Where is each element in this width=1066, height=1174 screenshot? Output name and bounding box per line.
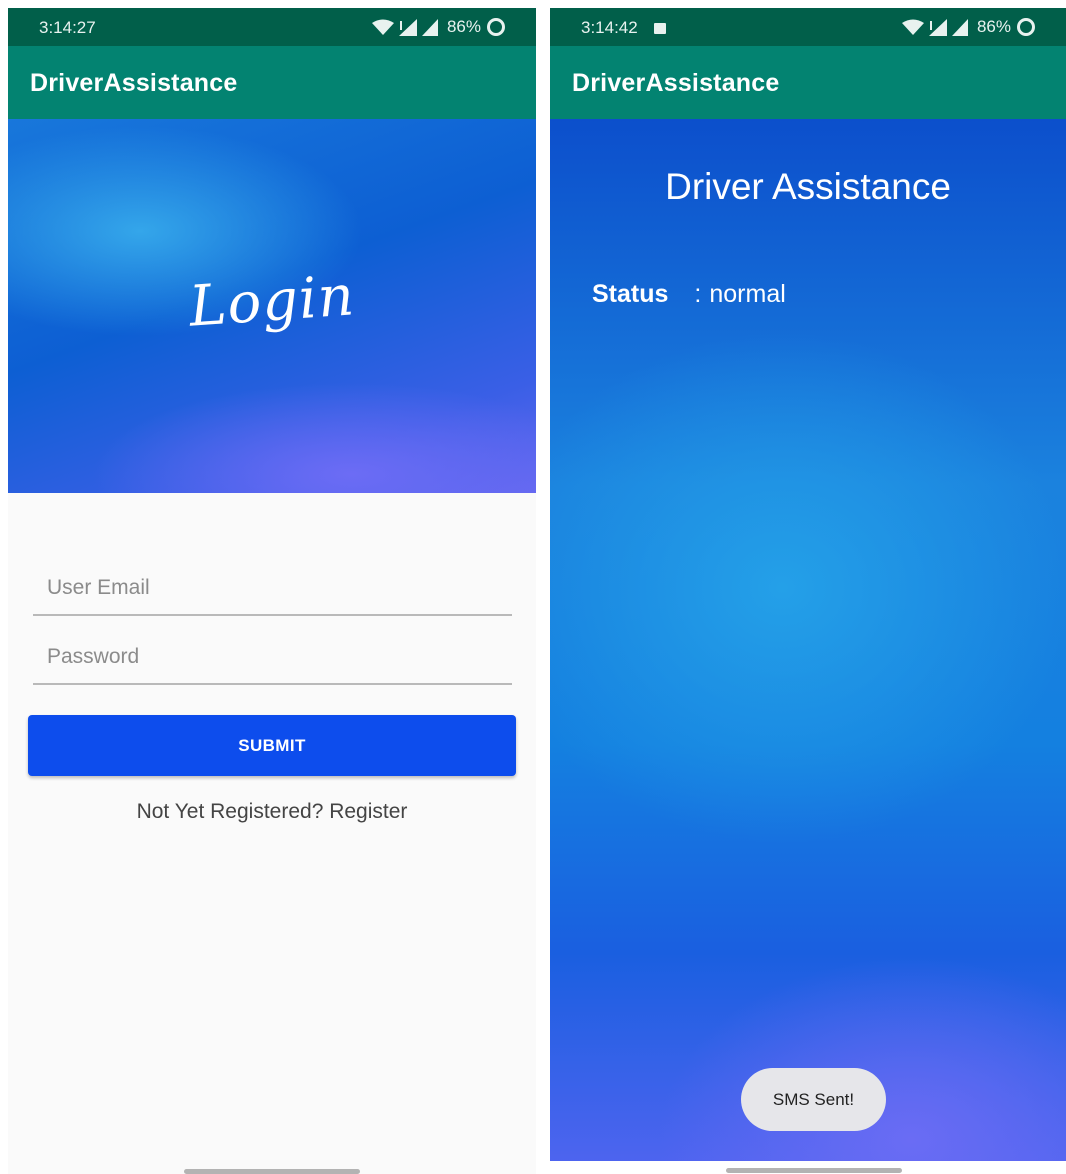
signal-icon: [928, 18, 947, 36]
wifi-icon: [371, 19, 394, 35]
sms-sent-toast: SMS Sent!: [741, 1068, 886, 1131]
login-title: Login: [187, 263, 357, 340]
status-background: [550, 119, 1066, 1161]
status-screen: 3:14:42 86% DriverAssistance Driver Assi…: [550, 8, 1066, 1161]
battery-icon: [487, 18, 505, 36]
login-screen: 3:14:27 86% DriverAssistance Login User …: [8, 8, 536, 1174]
status-icons: 86%: [901, 17, 1036, 37]
gesture-nav-bar[interactable]: [184, 1169, 360, 1174]
status-bar: 3:14:42 86%: [550, 8, 1066, 46]
battery-percent: 86%: [976, 17, 1011, 36]
submit-button[interactable]: SUBMIT: [28, 715, 516, 776]
register-link[interactable]: Not Yet Registered? Register: [8, 800, 536, 824]
gesture-nav-bar[interactable]: [726, 1168, 902, 1173]
status-time: 3:14:42: [581, 18, 638, 37]
status-label: Status: [592, 280, 669, 308]
status-separator: :: [694, 280, 702, 308]
status-row: Status: normal: [592, 280, 786, 309]
battery-icon: [1017, 18, 1035, 36]
signal-icon: [421, 18, 438, 36]
app-bar: DriverAssistance: [8, 46, 536, 119]
signal-icon: [951, 18, 968, 36]
email-placeholder: User Email: [47, 576, 150, 599]
email-field[interactable]: User Email: [33, 556, 512, 616]
image-notification-icon: [654, 23, 666, 34]
status-icons: 86%: [371, 17, 506, 37]
status-bar: 3:14:27 86%: [8, 8, 536, 46]
signal-icon: [398, 18, 417, 36]
screen-title: Driver Assistance: [665, 166, 951, 207]
status-time: 3:14:27: [39, 18, 96, 37]
wifi-icon: [901, 19, 924, 35]
password-field[interactable]: Password: [33, 625, 512, 685]
login-banner: Login: [8, 119, 536, 493]
status-value: normal: [709, 280, 786, 308]
app-title: DriverAssistance: [572, 69, 780, 97]
password-placeholder: Password: [47, 645, 140, 668]
battery-percent: 86%: [446, 17, 481, 36]
app-title: DriverAssistance: [30, 69, 238, 97]
app-bar: DriverAssistance: [550, 46, 1066, 119]
